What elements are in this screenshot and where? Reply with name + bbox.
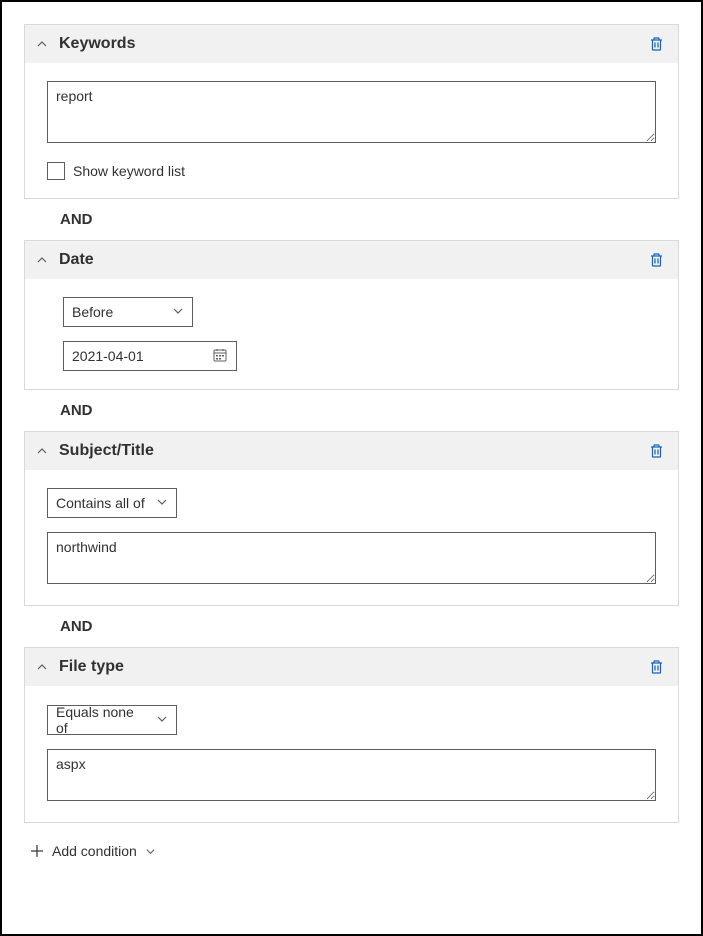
show-keyword-list-checkbox[interactable] xyxy=(47,162,65,180)
filetype-operator-value: Equals none of xyxy=(56,704,148,736)
delete-icon[interactable] xyxy=(648,252,664,268)
date-title: Date xyxy=(59,251,648,269)
plus-icon xyxy=(30,844,44,858)
chevron-up-icon xyxy=(35,253,49,267)
delete-icon[interactable] xyxy=(648,443,664,459)
subject-title: Subject/Title xyxy=(59,442,648,460)
calendar-icon[interactable] xyxy=(212,347,230,365)
keywords-card: Keywords Show keyword list xyxy=(24,24,679,199)
chevron-up-icon xyxy=(35,37,49,51)
and-operator: AND xyxy=(24,199,679,240)
delete-icon[interactable] xyxy=(648,659,664,675)
filetype-header[interactable]: File type xyxy=(25,648,678,686)
add-condition-label: Add condition xyxy=(52,843,137,859)
subject-input[interactable] xyxy=(47,532,656,584)
date-header[interactable]: Date xyxy=(25,241,678,279)
filetype-operator-select[interactable]: Equals none of xyxy=(47,705,177,735)
keywords-header[interactable]: Keywords xyxy=(25,25,678,63)
chevron-down-icon xyxy=(156,712,168,728)
date-card: Date Before 2021-04-01 xyxy=(24,240,679,390)
add-condition-button[interactable]: Add condition xyxy=(24,823,679,859)
date-operator-value: Before xyxy=(72,304,113,320)
subject-card: Subject/Title Contains all of xyxy=(24,431,679,606)
date-input[interactable]: 2021-04-01 xyxy=(63,341,237,371)
and-operator: AND xyxy=(24,606,679,647)
keywords-input[interactable] xyxy=(47,81,656,143)
date-value: 2021-04-01 xyxy=(72,348,144,364)
delete-icon[interactable] xyxy=(648,36,664,52)
filetype-card: File type Equals none of xyxy=(24,647,679,823)
filetype-title: File type xyxy=(59,658,648,676)
subject-operator-value: Contains all of xyxy=(56,495,145,511)
and-operator: AND xyxy=(24,390,679,431)
date-operator-select[interactable]: Before xyxy=(63,297,193,327)
chevron-down-icon xyxy=(156,495,168,511)
chevron-up-icon xyxy=(35,444,49,458)
filetype-input[interactable] xyxy=(47,749,656,801)
keywords-title: Keywords xyxy=(59,35,648,53)
chevron-down-icon xyxy=(145,845,157,857)
show-keyword-list-label: Show keyword list xyxy=(73,163,185,179)
chevron-up-icon xyxy=(35,660,49,674)
subject-header[interactable]: Subject/Title xyxy=(25,432,678,470)
subject-operator-select[interactable]: Contains all of xyxy=(47,488,177,518)
chevron-down-icon xyxy=(172,304,184,320)
